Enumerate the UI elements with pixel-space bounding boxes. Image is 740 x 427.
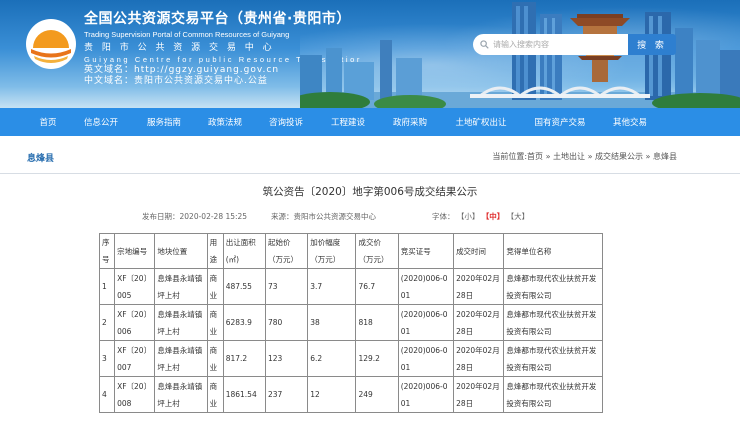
table-cell: 息烽县永靖镇坪上村 — [154, 268, 208, 305]
table-cell: 息烽县永靖镇坪上村 — [154, 340, 208, 377]
column-header: 出让面积(㎡) — [222, 233, 266, 269]
table-cell: 38 — [307, 304, 357, 341]
table-cell: 3 — [98, 340, 116, 377]
font-size-label: 字体： — [432, 212, 455, 221]
font-size-large-link[interactable]: 【大】 — [507, 212, 530, 221]
column-header: 起始价（万元） — [264, 233, 309, 269]
result-table: 序号 宗地编号 地块位置 用途 出让面积(㎡) 起始价（万元） 加价幅度（万元） 成交价（万元… — [98, 233, 603, 413]
column-header: 宗地编号 — [114, 233, 156, 269]
table-cell: 818 — [355, 304, 399, 341]
table-cell: 2020年02月28日 — [453, 304, 505, 341]
table-cell: 487.55 — [222, 268, 266, 305]
table-cell: 3.7 — [307, 268, 357, 305]
table-cell: 1 — [98, 268, 116, 305]
table-cell: 249 — [355, 376, 399, 413]
table-header: 序号 宗地编号 地块位置 用途 出让面积(㎡) 起始价（万元） 加价幅度（万元） 成交价（万元… — [98, 233, 603, 269]
breadcrumb: 当前位置:首页 » 土地出让 » 成交结果公示 » 息烽县 — [492, 152, 677, 161]
column-header: 成交时间 — [453, 233, 505, 269]
table-row: 2 XF〔20〕006 息烽县永靖镇坪上村 商业 6283.9 780 38 818 (2020… — [98, 304, 603, 341]
table-cell: XF〔20〕005 — [114, 268, 156, 305]
table-cell: 息烽都市现代农业扶贫开发投资有限公司 — [503, 340, 603, 377]
table-row: 4 XF〔20〕008 息烽县永靖镇坪上村 商业 1861.54 237 12 249 (202… — [98, 376, 603, 413]
table-cell: 商业 — [206, 376, 224, 413]
table-cell: 2020年02月28日 — [453, 376, 505, 413]
table-cell: 6283.9 — [222, 304, 266, 341]
table-body: 1 XF〔20〕005 息烽县永靖镇坪上村 商业 487.55 73 3.7 76.7 (202… — [98, 268, 603, 413]
table-cell: 123 — [264, 340, 309, 377]
table-cell: 237 — [264, 376, 309, 413]
table-cell: 12 — [307, 376, 357, 413]
column-header: 竞得单位名称 — [503, 233, 603, 269]
nav-item-land-mining[interactable]: 土地矿权出让 — [441, 116, 521, 128]
column-header: 竞买证号 — [397, 233, 455, 269]
table-cell: 2020年02月28日 — [453, 340, 505, 377]
table-cell: 息烽都市现代农业扶贫开发投资有限公司 — [503, 376, 603, 413]
font-size-small-link[interactable]: 【小】 — [457, 212, 480, 221]
column-header: 地块位置 — [154, 233, 208, 269]
table-cell: (2020)006-001 — [397, 340, 455, 377]
article-source: 来源：贵阳市公共资源交易中心 — [271, 212, 376, 221]
publish-date: 发布日期：2020-02-28 15:25 — [142, 212, 248, 221]
table-cell: 商业 — [206, 268, 224, 305]
table-row: 1 XF〔20〕005 息烽县永靖镇坪上村 商业 487.55 73 3.7 76.7 (202… — [98, 268, 603, 305]
nav-item-state-assets[interactable]: 国有资产交易 — [520, 116, 600, 128]
table-cell: 息烽都市现代农业扶贫开发投资有限公司 — [503, 304, 603, 341]
table-cell: 息烽县永靖镇坪上村 — [154, 304, 208, 341]
column-header: 成交价（万元） — [355, 233, 399, 269]
table-cell: 2020年02月28日 — [453, 268, 505, 305]
search-button[interactable]: 搜 索 — [628, 34, 676, 55]
table-header-row: 序号 宗地编号 地块位置 用途 出让面积(㎡) 起始价（万元） 加价幅度（万元） 成交价（万元… — [98, 233, 603, 269]
table-cell: 73 — [264, 268, 309, 305]
table-cell: 780 — [264, 304, 309, 341]
table-cell: 129.2 — [355, 340, 399, 377]
article-title: 筑公资告〔2020〕地字第006号成交结果公示 — [262, 186, 478, 198]
table-cell: 商业 — [206, 340, 224, 377]
column-header: 用途 — [206, 233, 224, 269]
section-title: 息烽县 — [27, 154, 55, 164]
font-size-switcher: 字体： 【小】 【中】 【大】 — [432, 211, 529, 222]
table-cell: (2020)006-001 — [397, 268, 455, 305]
search-box — [473, 34, 628, 55]
column-header: 加价幅度（万元） — [307, 233, 357, 269]
table-cell: 息烽县永靖镇坪上村 — [154, 376, 208, 413]
table-cell: XF〔20〕007 — [114, 340, 156, 377]
table-cell: 4 — [98, 376, 116, 413]
breadcrumb-bar: 息烽县 当前位置:首页 » 土地出让 » 成交结果公示 » 息烽县 — [0, 136, 740, 174]
table-row: 3 XF〔20〕007 息烽县永靖镇坪上村 商业 817.2 123 6.2 129.2 (20… — [98, 340, 603, 377]
table-cell: 1861.54 — [222, 376, 266, 413]
column-header: 序号 — [98, 233, 116, 269]
table-cell: 商业 — [206, 304, 224, 341]
table-cell: 6.2 — [307, 340, 357, 377]
main-nav: 首页 信息公开 服务指南 政策法规 咨询投诉 工程建设 政府采购 土地矿权出让 国有资产交易 其他… — [0, 108, 740, 136]
font-size-medium-link[interactable]: 【中】 — [482, 212, 505, 221]
table-cell: 息烽都市现代农业扶贫开发投资有限公司 — [503, 268, 603, 305]
nav-item-gov-procurement[interactable]: 政府采购 — [370, 116, 450, 128]
table-cell: (2020)006-001 — [397, 304, 455, 341]
table-cell: XF〔20〕008 — [114, 376, 156, 413]
table-cell: (2020)006-001 — [397, 376, 455, 413]
site-logo — [26, 19, 76, 69]
table-cell: 76.7 — [355, 268, 399, 305]
search-input[interactable] — [493, 40, 613, 49]
table-cell: 2 — [98, 304, 116, 341]
table-cell: XF〔20〕006 — [114, 304, 156, 341]
table-cell: 817.2 — [222, 340, 266, 377]
header-banner: 全国公共资源交易平台（贵州省·贵阳市） Trading Supervision … — [0, 0, 740, 108]
search-icon — [480, 40, 489, 49]
nav-item-other-trades[interactable]: 其他交易 — [590, 116, 670, 128]
